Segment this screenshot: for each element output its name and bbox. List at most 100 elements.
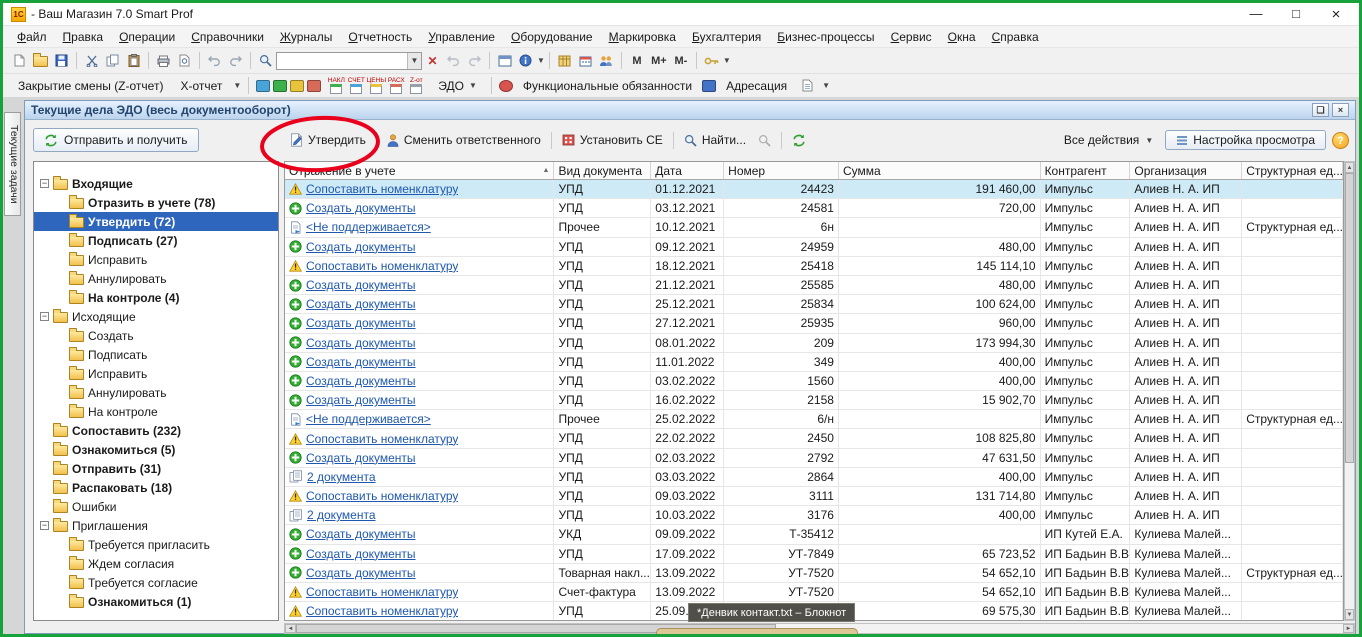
table-row[interactable]: Сопоставить номенклатуруУПД09.03.2022311… — [285, 487, 1343, 506]
window-restore-button[interactable]: ❏ — [1312, 103, 1329, 117]
table-row[interactable]: Создать документыУПД11.01.2022349400,00И… — [285, 353, 1343, 372]
scroll-right-icon[interactable]: ► — [1343, 624, 1354, 633]
dropdown-arrow-icon[interactable]: ▼ — [537, 56, 545, 65]
tree-item[interactable]: Ошибки — [34, 497, 278, 516]
column-header[interactable]: Структурная ед... — [1242, 162, 1343, 179]
tree-item[interactable]: На контроле (4) — [34, 288, 278, 307]
info-icon[interactable] — [515, 51, 536, 71]
trade-mini-icon[interactable]: Z-от — [407, 77, 425, 94]
action-link[interactable]: Создать документы — [306, 353, 416, 371]
table-row[interactable]: Создать документыУПД17.09.2022УТ-784965 … — [285, 545, 1343, 564]
menu-item[interactable]: Справочники — [183, 28, 272, 46]
menu-item[interactable]: Управление — [420, 28, 503, 46]
table-row[interactable]: Создать документыУПД03.12.202124581720,0… — [285, 199, 1343, 218]
set-unit-button[interactable]: Установить СЕ — [556, 131, 669, 149]
scrollbar-thumb[interactable] — [1345, 173, 1354, 463]
table-row[interactable]: Создать документыУПД02.03.2022279247 631… — [285, 449, 1343, 468]
column-header[interactable]: Отражение в учете▲ — [285, 162, 554, 179]
send-receive-button[interactable]: Отправить и получить — [33, 128, 199, 152]
tree-item[interactable]: Исправить — [34, 250, 278, 269]
window-close-button[interactable]: × — [1332, 103, 1349, 117]
action-link[interactable]: Создать документы — [306, 276, 416, 294]
trade-mini-icon[interactable]: ЦЕНЫ — [367, 77, 385, 94]
tree-item[interactable]: Ждем согласия — [34, 554, 278, 573]
action-link[interactable]: Сопоставить номенклатуру — [306, 257, 458, 275]
tree-item[interactable]: На контроле — [34, 402, 278, 421]
menu-item[interactable]: Окна — [940, 28, 984, 46]
action-link[interactable]: Создать документы — [306, 199, 416, 217]
list-icon[interactable] — [797, 76, 818, 96]
approve-button[interactable]: Утвердить — [284, 131, 372, 149]
column-header[interactable]: Дата — [651, 162, 724, 179]
column-header[interactable]: Сумма — [839, 162, 1041, 179]
table-row[interactable]: Создать документыУПД03.02.20221560400,00… — [285, 372, 1343, 391]
memory-button[interactable]: M- — [670, 51, 692, 71]
scroll-up-icon[interactable]: ▲ — [1345, 162, 1354, 173]
action-link[interactable]: Сопоставить номенклатуру — [306, 602, 458, 620]
menu-item[interactable]: Бизнес-процессы — [769, 28, 882, 46]
dropdown-arrow-icon[interactable]: ▼ — [723, 56, 731, 65]
action-link[interactable]: Сопоставить номенклатуру — [306, 430, 458, 448]
table-row[interactable]: 2 документаУПД03.03.20222864400,00Импуль… — [285, 468, 1343, 487]
memory-button[interactable]: M — [626, 51, 648, 71]
menu-item[interactable]: Журналы — [272, 28, 340, 46]
trade-mini-icon[interactable]: РАСХ — [387, 77, 405, 94]
copy-icon[interactable] — [102, 51, 123, 71]
menu-item[interactable]: Файл — [9, 28, 55, 46]
search-icon[interactable] — [255, 51, 276, 71]
column-header[interactable]: Организация — [1130, 162, 1242, 179]
table-row[interactable]: Сопоставить номенклатуруСчет-фактура13.0… — [285, 583, 1343, 602]
table-row[interactable]: <Не поддерживается>Прочее25.02.20226/нИм… — [285, 410, 1343, 429]
table-row[interactable]: Создать документыУКД09.09.2022Т-35412ИП … — [285, 525, 1343, 544]
notepad-window-title[interactable]: *Денвик контакт.txt – Блокнот — [688, 603, 855, 622]
cash-register-icon[interactable] — [273, 80, 287, 92]
action-link[interactable]: Создать документы — [306, 525, 416, 543]
tree-item[interactable]: Подписать (27) — [34, 231, 278, 250]
memory-button[interactable]: M+ — [648, 51, 670, 71]
refresh-button[interactable] — [786, 132, 812, 149]
menu-item[interactable]: Отчетность — [340, 28, 420, 46]
scales-icon[interactable] — [290, 80, 304, 92]
action-link[interactable]: <Не поддерживается> — [306, 410, 431, 428]
help-button[interactable]: ? — [1332, 132, 1349, 149]
trade-mini-icon[interactable]: НАКЛ — [327, 77, 345, 94]
tree-item[interactable]: Отправить (31) — [34, 459, 278, 478]
tree-item[interactable]: Требуется согласие — [34, 573, 278, 592]
tree-item[interactable]: Утвердить (72) — [34, 212, 278, 231]
table-row[interactable]: Создать документыТоварная накл...13.09.2… — [285, 564, 1343, 583]
scroll-down-icon[interactable]: ▼ — [1345, 609, 1354, 620]
side-tab-current-tasks[interactable]: Текущие задачи — [4, 112, 21, 216]
x-report-button[interactable]: X-отчет — [173, 77, 229, 95]
tree-item[interactable]: −Входящие — [34, 174, 278, 193]
tree-item[interactable]: −Приглашения — [34, 516, 278, 535]
action-link[interactable]: Создать документы — [306, 564, 416, 582]
storefront-icon[interactable] — [256, 80, 270, 92]
table-row[interactable]: Создать документыУПД08.01.2022209173 994… — [285, 334, 1343, 353]
table-row[interactable]: Создать документыУПД25.12.202125834100 6… — [285, 295, 1343, 314]
tree-item[interactable]: Ознакомиться (1) — [34, 592, 278, 611]
redo-icon[interactable] — [225, 51, 246, 71]
tree-item[interactable]: Подписать — [34, 345, 278, 364]
maximize-button[interactable]: □ — [1289, 6, 1303, 23]
vertical-scrollbar[interactable]: ▲ ▼ — [1344, 161, 1355, 621]
tree-item[interactable]: Аннулировать — [34, 269, 278, 288]
minimize-button[interactable]: — — [1249, 6, 1263, 23]
tree-item[interactable]: Аннулировать — [34, 383, 278, 402]
users-icon[interactable] — [596, 51, 617, 71]
scroll-left-icon[interactable]: ◄ — [285, 624, 296, 633]
action-link[interactable]: 2 документа — [307, 468, 376, 486]
tree-item[interactable]: −Исходящие — [34, 307, 278, 326]
tree-item[interactable]: Требуется пригласить — [34, 535, 278, 554]
menu-item[interactable]: Справка — [984, 28, 1047, 46]
view-settings-button[interactable]: Настройка просмотра — [1165, 130, 1326, 150]
table-row[interactable]: Сопоставить номенклатуруУПД18.12.2021254… — [285, 257, 1343, 276]
menu-item[interactable]: Маркировка — [601, 28, 684, 46]
menu-item[interactable]: Бухгалтерия — [684, 28, 769, 46]
new-document-icon[interactable] — [9, 51, 30, 71]
table-icon[interactable] — [554, 51, 575, 71]
dropdown-arrow-icon[interactable]: ▼ — [233, 81, 241, 90]
action-link[interactable]: Создать документы — [306, 314, 416, 332]
tree-item[interactable]: Создать — [34, 326, 278, 345]
calendar-icon[interactable] — [575, 51, 596, 71]
print-icon[interactable] — [153, 51, 174, 71]
